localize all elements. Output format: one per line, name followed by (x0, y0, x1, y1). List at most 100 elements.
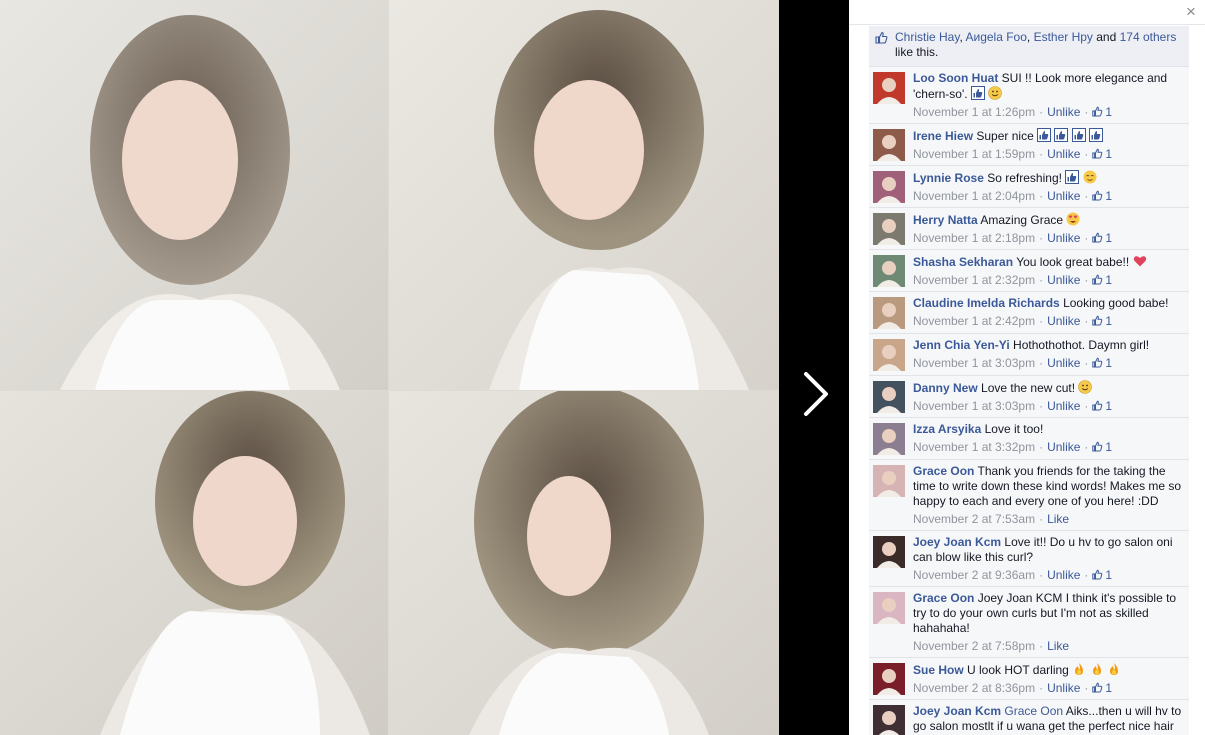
comment-like-count[interactable]: 1 (1092, 273, 1112, 287)
thumbs-up-icon (1092, 441, 1103, 452)
comment-like-count[interactable]: 1 (1092, 105, 1112, 119)
like-count-value: 1 (1105, 440, 1113, 454)
comment-content: Jenn Chia Yen-Yi Hothothothot. Daymn gir… (913, 338, 1183, 370)
comment-timestamp[interactable]: November 1 at 3:32pm (913, 440, 1035, 454)
avatar[interactable] (873, 171, 905, 203)
comment-text: Super nice (976, 129, 1034, 143)
avatar[interactable] (873, 536, 905, 568)
comment-mention[interactable]: Grace Oon (1004, 704, 1063, 718)
unlike-link[interactable]: Unlike (1047, 568, 1080, 582)
avatar[interactable] (873, 213, 905, 245)
avatar[interactable] (873, 663, 905, 695)
like-count-value: 1 (1105, 147, 1113, 161)
comment-like-count[interactable]: 1 (1092, 440, 1112, 454)
unlike-link[interactable]: Unlike (1047, 231, 1080, 245)
comment-timestamp[interactable]: November 1 at 3:03pm (913, 399, 1035, 413)
comment-like-count[interactable]: 1 (1092, 189, 1112, 203)
comment-timestamp[interactable]: November 1 at 3:03pm (913, 356, 1035, 370)
comment-author[interactable]: Danny New (913, 381, 978, 395)
thumbs-up-icon (1092, 682, 1103, 693)
comment-timestamp[interactable]: November 2 at 7:58pm (913, 639, 1035, 653)
comment-like-count[interactable]: 1 (1092, 231, 1112, 245)
thumbs-up-icon (1054, 128, 1069, 142)
comment-timestamp[interactable]: November 2 at 7:53am (913, 512, 1035, 526)
comment-meta: November 1 at 1:59pm · Unlike · 1 (913, 147, 1183, 161)
comment-meta: November 1 at 3:03pm · Unlike · 1 (913, 399, 1183, 413)
comment-like-count[interactable]: 1 (1092, 681, 1112, 695)
comment-timestamp[interactable]: November 1 at 2:04pm (913, 189, 1035, 203)
fire-icon (1107, 662, 1121, 676)
unlike-link[interactable]: Unlike (1047, 399, 1080, 413)
likes-others-link[interactable]: 174 others (1120, 30, 1177, 44)
meta-separator: · (1039, 356, 1044, 370)
comment-author[interactable]: Grace Oon (913, 464, 974, 478)
meta-separator: · (1084, 681, 1089, 695)
comment-text: Hothothothot. Daymn girl! (1013, 338, 1150, 352)
liker-name[interactable]: Christie Hay (895, 30, 959, 44)
avatar[interactable] (873, 381, 905, 413)
comment-like-count[interactable]: 1 (1092, 147, 1112, 161)
comment-like-count[interactable]: 1 (1092, 568, 1112, 582)
unlike-link[interactable]: Unlike (1047, 189, 1080, 203)
comment-author[interactable]: Lynnie Rose (913, 171, 984, 185)
comment-content: Joey Joan Kcm Love it!! Do u hv to go sa… (913, 535, 1183, 582)
unlike-link[interactable]: Unlike (1047, 681, 1080, 695)
comment-timestamp[interactable]: November 1 at 2:18pm (913, 231, 1035, 245)
comment-author[interactable]: Loo Soon Huat (913, 71, 998, 85)
comment-author[interactable]: Shasha Sekharan (913, 255, 1013, 269)
comment-author[interactable]: Joey Joan Kcm (913, 535, 1001, 549)
avatar[interactable] (873, 72, 905, 104)
comment-timestamp[interactable]: November 2 at 9:36am (913, 568, 1035, 582)
avatar[interactable] (873, 705, 905, 735)
smile-icon (988, 86, 1003, 100)
like-link[interactable]: Like (1047, 512, 1069, 526)
comment-like-count[interactable]: 1 (1092, 356, 1112, 370)
comment-author[interactable]: Irene Hiew (913, 129, 973, 143)
comment-content: Lynnie Rose So refreshing! November 1 at… (913, 170, 1183, 203)
avatar[interactable] (873, 423, 905, 455)
liker-name[interactable]: Esther Hpy (1034, 30, 1093, 44)
comment-like-count[interactable]: 1 (1092, 314, 1112, 328)
like-count-value: 1 (1105, 273, 1113, 287)
collage-tile-bottom-left (0, 391, 388, 735)
comment-timestamp[interactable]: November 1 at 2:32pm (913, 273, 1035, 287)
fire-icon (1090, 662, 1104, 676)
unlike-link[interactable]: Unlike (1047, 356, 1080, 370)
comment-timestamp[interactable]: November 1 at 1:59pm (913, 147, 1035, 161)
unlike-link[interactable]: Unlike (1047, 314, 1080, 328)
unlike-link[interactable]: Unlike (1047, 147, 1080, 161)
unlike-link[interactable]: Unlike (1047, 273, 1080, 287)
unlike-link[interactable]: Unlike (1047, 440, 1080, 454)
avatar[interactable] (873, 465, 905, 497)
avatar[interactable] (873, 592, 905, 624)
comment-timestamp[interactable]: November 1 at 2:42pm (913, 314, 1035, 328)
meta-separator: · (1039, 147, 1044, 161)
like-link[interactable]: Like (1047, 639, 1069, 653)
avatar[interactable] (873, 129, 905, 161)
comment-like-count[interactable]: 1 (1092, 399, 1112, 413)
comment-author[interactable]: Joey Joan Kcm (913, 704, 1001, 718)
comment-timestamp[interactable]: November 1 at 1:26pm (913, 105, 1035, 119)
liker-name[interactable]: Aиgela Foo (965, 30, 1026, 44)
comment-item: Grace Oon Joey Joan KCM I think it's pos… (869, 587, 1189, 658)
comment-timestamp[interactable]: November 2 at 8:36pm (913, 681, 1035, 695)
photo-collage[interactable] (0, 0, 779, 735)
unlike-link[interactable]: Unlike (1047, 105, 1080, 119)
comment-author[interactable]: Izza Arsyika (913, 422, 981, 436)
thumbs-up-icon (1089, 128, 1104, 142)
meta-separator: · (1084, 105, 1089, 119)
avatar[interactable] (873, 339, 905, 371)
comment-author[interactable]: Herry Natta (913, 213, 978, 227)
comment-meta: November 2 at 8:36pm · Unlike · 1 (913, 681, 1183, 695)
next-photo-button[interactable] (796, 364, 840, 424)
thumbs-up-icon (1092, 106, 1103, 117)
close-icon[interactable]: × (1183, 3, 1199, 21)
comment-text: U look HOT darling (967, 663, 1069, 677)
comment-author[interactable]: Claudine Imelda Richards (913, 296, 1060, 310)
avatar[interactable] (873, 297, 905, 329)
comment-author[interactable]: Sue How (913, 663, 964, 677)
comment-author[interactable]: Grace Oon (913, 591, 974, 605)
comment-author[interactable]: Jenn Chia Yen-Yi (913, 338, 1010, 352)
avatar[interactable] (873, 255, 905, 287)
meta-separator: · (1084, 568, 1089, 582)
